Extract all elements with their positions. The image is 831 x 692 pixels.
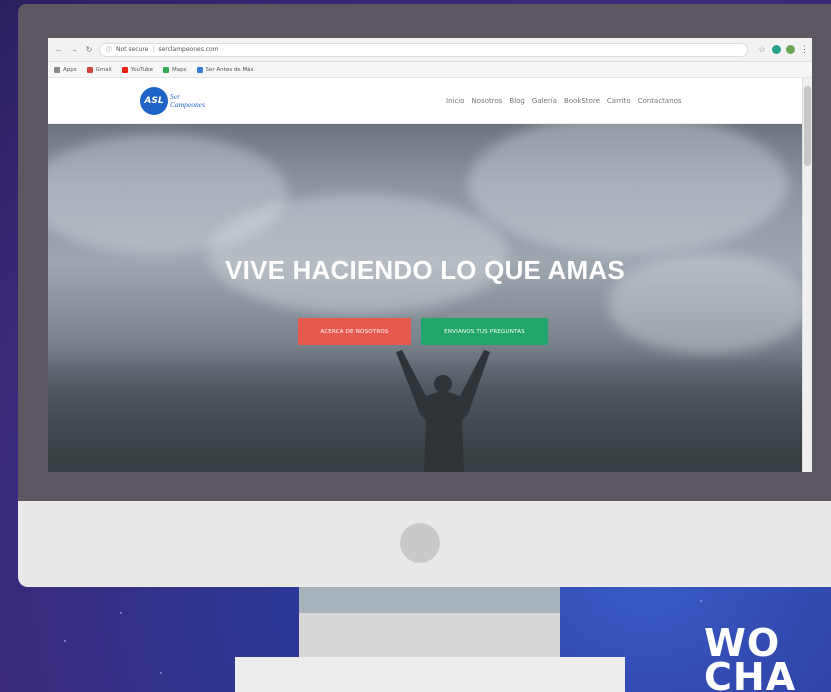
star-icon[interactable]: ☆ (757, 45, 767, 54)
site-header: ASL Ser Campeones Inicio Nosotros Blog G… (48, 78, 812, 124)
url-separator: | (152, 46, 155, 53)
youtube-icon (121, 66, 128, 73)
profile-icon[interactable] (786, 45, 795, 54)
url-text: serclampeones.com (158, 46, 219, 53)
logo-wordmark: Ser Campeones (170, 92, 205, 109)
cloud (468, 124, 788, 254)
bookmark-apps[interactable]: Apps (54, 66, 77, 73)
about-us-button[interactable]: ACERCA DE NOSOTROS (298, 318, 411, 345)
site-nav: Inicio Nosotros Blog Galería BookStore C… (446, 97, 682, 105)
nav-bookstore[interactable]: BookStore (564, 97, 600, 105)
browser-menu-icon[interactable]: ⋮ (800, 44, 809, 55)
logo-line-2: Campeones (170, 99, 205, 109)
bookmark-maps[interactable]: Maps (163, 66, 187, 73)
bookmark-label: Apps (63, 66, 77, 73)
reload-icon[interactable]: ↻ (84, 45, 94, 54)
back-icon[interactable]: ← (54, 45, 64, 54)
send-questions-button[interactable]: ENVIANOS TUS PREGUNTAS (421, 318, 548, 345)
nav-nosotros[interactable]: Nosotros (472, 97, 503, 105)
extension-icon[interactable] (772, 45, 781, 54)
gmail-icon (86, 66, 93, 73)
bookmark-gmail[interactable]: Gmail (86, 66, 112, 73)
overlay-heading: WO CHA (704, 624, 797, 692)
cloud (208, 194, 508, 314)
monitor-neck (299, 587, 560, 613)
maps-icon (163, 66, 170, 73)
page-scrollbar[interactable] (802, 78, 812, 472)
site-logo[interactable]: ASL Ser Campeones (140, 86, 205, 115)
hero-section: VIVE HACIENDO LO QUE AMAS ACERCA DE NOSO… (48, 124, 802, 472)
monitor-screen: ← → ↻ ⓘ Not secure | serclampeones.com ☆… (48, 38, 812, 472)
nav-inicio[interactable]: Inicio (446, 97, 465, 105)
monitor-foot (235, 657, 625, 692)
forward-icon[interactable]: → (69, 45, 79, 54)
bookmark-page-icon (196, 66, 203, 73)
address-bar[interactable]: ⓘ Not secure | serclampeones.com (99, 42, 748, 57)
bookmarks-bar: Apps Gmail YouTube Maps Ser Antes de Más (48, 62, 812, 78)
nav-galeria[interactable]: Galería (532, 97, 557, 105)
nav-blog[interactable]: Blog (509, 97, 524, 105)
star (64, 640, 66, 642)
star (700, 600, 702, 602)
security-label: Not secure (116, 46, 149, 53)
nav-contactanos[interactable]: Contactanos (638, 97, 682, 105)
overlay-line-2: CHA (704, 655, 797, 692)
star (160, 672, 162, 674)
person-silhouette (396, 350, 490, 472)
bookmark-label: Gmail (95, 66, 112, 73)
info-icon[interactable]: ⓘ (106, 45, 112, 54)
bookmark-label: Ser Antes de Más (205, 66, 254, 73)
scrollbar-thumb[interactable] (804, 86, 811, 166)
monitor-stand (299, 613, 560, 657)
star (120, 612, 122, 614)
bookmark-label: Maps (172, 66, 187, 73)
apps-icon (54, 66, 60, 73)
nav-carrito[interactable]: Carrito (607, 97, 631, 105)
bookmark-label: YouTube (130, 66, 154, 73)
browser-toolbar: ← → ↻ ⓘ Not secure | serclampeones.com ☆… (48, 38, 812, 62)
logo-mark: ASL (140, 86, 168, 115)
bookmark-youtube[interactable]: YouTube (121, 66, 154, 73)
hero-headline: VIVE HACIENDO LO QUE AMAS (225, 255, 625, 285)
monitor-power-button (400, 523, 440, 563)
bookmark-ser-antes[interactable]: Ser Antes de Más (196, 66, 254, 73)
